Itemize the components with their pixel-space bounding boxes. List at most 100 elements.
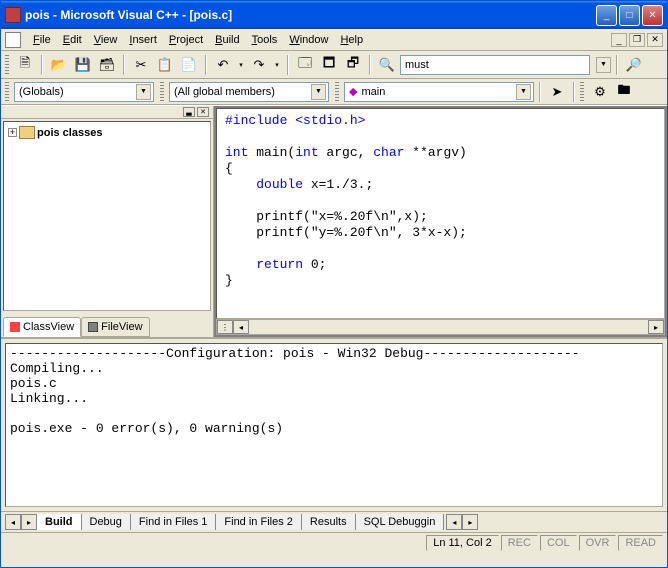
editor-area: #include <stdio.h> int main(int argc, ch… bbox=[214, 106, 667, 337]
tab-nav-right-button[interactable]: ▸ bbox=[21, 514, 37, 530]
members-combo[interactable]: (All global members) ▼ bbox=[169, 82, 329, 102]
app-icon bbox=[5, 7, 21, 23]
toolbar-grip[interactable] bbox=[580, 82, 584, 102]
expand-icon[interactable]: + bbox=[8, 128, 17, 137]
tab-nav-left2-button[interactable]: ◂ bbox=[446, 514, 462, 530]
h-scrollbar[interactable]: ⋮ ◂ ▸ bbox=[216, 319, 665, 335]
output-tab-results[interactable]: Results bbox=[302, 514, 356, 530]
tool-button-2[interactable]: 🖿 bbox=[613, 81, 635, 103]
tool-button-1[interactable]: ⚙ bbox=[589, 81, 611, 103]
output-tab-build[interactable]: Build bbox=[37, 514, 82, 530]
splitter-handle[interactable]: ⋮ bbox=[217, 320, 233, 334]
menubar: FileEditViewInsertProjectBuildToolsWindo… bbox=[1, 29, 667, 51]
menu-tools[interactable]: Tools bbox=[246, 32, 284, 48]
mdi-close-button[interactable]: ✕ bbox=[647, 33, 663, 47]
function-combo[interactable]: ◆ main ▼ bbox=[344, 82, 534, 102]
standard-toolbar: 🗎 📂 💾 🗃 ✂ 📋 📄 ↶ ▾ ↷ ▾ 🗔 🗖 🗗 🔍 ▼ 🔎 bbox=[1, 51, 667, 79]
function-value: main bbox=[361, 86, 385, 98]
document-icon[interactable] bbox=[5, 32, 21, 48]
paste-button[interactable]: 📄 bbox=[178, 54, 200, 76]
undo-drop-button[interactable]: ▾ bbox=[236, 54, 246, 76]
app-window: pois - Microsoft Visual C++ - [pois.c] _… bbox=[0, 0, 668, 568]
members-value: (All global members) bbox=[174, 86, 275, 98]
status-ovr: OVR bbox=[579, 535, 617, 551]
panel-close-button[interactable]: ✕ bbox=[197, 107, 209, 117]
code-editor[interactable]: #include <stdio.h> int main(int argc, ch… bbox=[216, 108, 665, 319]
tab-classview[interactable]: ClassView bbox=[3, 317, 81, 337]
output-tab-sql-debuggin[interactable]: SQL Debuggin bbox=[356, 514, 445, 530]
workspace-button[interactable]: 🗔 bbox=[294, 54, 316, 76]
find-in-files-button[interactable]: 🔍 bbox=[376, 54, 398, 76]
maximize-button[interactable]: □ bbox=[619, 5, 640, 26]
tab-nav-left-button[interactable]: ◂ bbox=[5, 514, 21, 530]
scope-combo[interactable]: (Globals) ▼ bbox=[14, 82, 154, 102]
output-tab-find-in-files-2[interactable]: Find in Files 2 bbox=[216, 514, 301, 530]
open-button[interactable]: 📂 bbox=[48, 54, 70, 76]
close-button[interactable]: ✕ bbox=[642, 5, 663, 26]
status-rec: REC bbox=[501, 535, 538, 551]
scroll-right-button[interactable]: ▸ bbox=[648, 320, 664, 334]
classes-icon bbox=[19, 126, 35, 139]
cut-button[interactable]: ✂ bbox=[130, 54, 152, 76]
output-text[interactable]: --------------------Configuration: pois … bbox=[5, 343, 663, 507]
status-col: COL bbox=[540, 535, 577, 551]
redo-drop-button[interactable]: ▾ bbox=[272, 54, 282, 76]
mdi-minimize-button[interactable]: _ bbox=[611, 33, 627, 47]
scope-drop-button[interactable]: ▼ bbox=[136, 84, 151, 100]
workspace: ▃ ✕ + pois classes ClassView FileView bbox=[1, 105, 667, 337]
toolbar-grip[interactable] bbox=[335, 82, 339, 102]
save-all-button[interactable]: 🗃 bbox=[96, 54, 118, 76]
tab-nav-right2-button[interactable]: ▸ bbox=[462, 514, 478, 530]
toolbar-grip[interactable] bbox=[160, 82, 164, 102]
diamond-icon: ◆ bbox=[349, 85, 357, 98]
tab-label: ClassView bbox=[23, 321, 74, 333]
panel-dock-button[interactable]: ▃ bbox=[183, 107, 195, 117]
status-position: Ln 11, Col 2 bbox=[426, 535, 499, 551]
output-tab-find-in-files-1[interactable]: Find in Files 1 bbox=[131, 514, 216, 530]
windows-button[interactable]: 🗗 bbox=[342, 54, 364, 76]
redo-button[interactable]: ↷ bbox=[248, 54, 270, 76]
minimize-button[interactable]: _ bbox=[596, 5, 617, 26]
class-tree[interactable]: + pois classes bbox=[3, 121, 211, 311]
output-panel: --------------------Configuration: pois … bbox=[1, 337, 667, 532]
fileview-icon bbox=[88, 322, 98, 332]
new-text-button[interactable]: 🗎 bbox=[14, 54, 36, 76]
scroll-left-button[interactable]: ◂ bbox=[233, 320, 249, 334]
wizbar-toolbar: (Globals) ▼ (All global members) ▼ ◆ mai… bbox=[1, 79, 667, 105]
menu-file[interactable]: File bbox=[27, 32, 57, 48]
menu-build[interactable]: Build bbox=[209, 32, 245, 48]
statusbar: Ln 11, Col 2 REC COL OVR READ bbox=[1, 532, 667, 552]
tree-root-item[interactable]: + pois classes bbox=[8, 126, 206, 139]
find-drop-button[interactable]: ▼ bbox=[596, 57, 611, 73]
window-title: pois - Microsoft Visual C++ - [pois.c] bbox=[25, 8, 596, 22]
save-button[interactable]: 💾 bbox=[72, 54, 94, 76]
titlebar[interactable]: pois - Microsoft Visual C++ - [pois.c] _… bbox=[1, 1, 667, 29]
workspace-panel: ▃ ✕ + pois classes ClassView FileView bbox=[1, 106, 214, 337]
find-button[interactable]: 🔎 bbox=[623, 54, 645, 76]
menu-insert[interactable]: Insert bbox=[123, 32, 163, 48]
menu-window[interactable]: Window bbox=[283, 32, 334, 48]
mdi-restore-button[interactable]: ❐ bbox=[629, 33, 645, 47]
output-tab-debug[interactable]: Debug bbox=[82, 514, 131, 530]
toolbar-grip[interactable] bbox=[5, 55, 9, 75]
tab-label: FileView bbox=[101, 321, 142, 333]
scope-value: (Globals) bbox=[19, 86, 64, 98]
workspace-tabs: ClassView FileView bbox=[1, 313, 213, 337]
output-button[interactable]: 🗖 bbox=[318, 54, 340, 76]
find-input[interactable] bbox=[400, 55, 590, 75]
tree-root-label: pois classes bbox=[37, 127, 102, 139]
tab-fileview[interactable]: FileView bbox=[81, 317, 149, 337]
status-read: READ bbox=[618, 535, 663, 551]
copy-button[interactable]: 📋 bbox=[154, 54, 176, 76]
function-drop-button[interactable]: ▼ bbox=[516, 84, 531, 100]
output-tabs: ◂ ▸ BuildDebugFind in Files 1Find in Fil… bbox=[1, 511, 667, 532]
goto-button[interactable]: ➤ bbox=[546, 81, 568, 103]
menu-view[interactable]: View bbox=[88, 32, 124, 48]
toolbar-grip[interactable] bbox=[5, 82, 9, 102]
menu-help[interactable]: Help bbox=[334, 32, 369, 48]
menu-edit[interactable]: Edit bbox=[57, 32, 88, 48]
undo-button[interactable]: ↶ bbox=[212, 54, 234, 76]
menu-project[interactable]: Project bbox=[163, 32, 209, 48]
panel-handle[interactable]: ▃ ✕ bbox=[1, 106, 213, 119]
members-drop-button[interactable]: ▼ bbox=[311, 84, 326, 100]
